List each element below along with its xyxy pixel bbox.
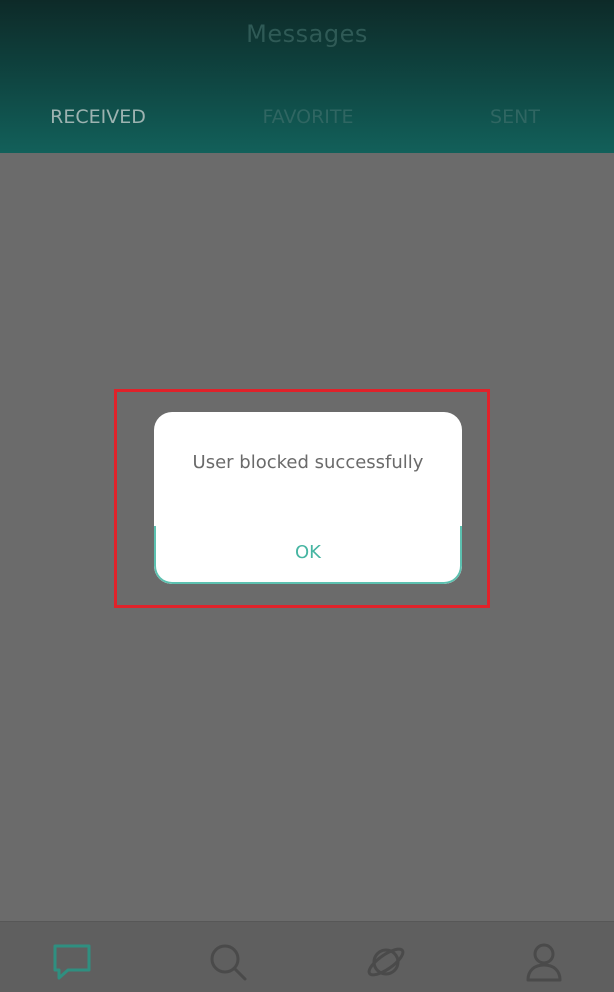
tab-favorite[interactable]: FAVORITE: [250, 100, 366, 134]
page-title: Messages: [246, 20, 368, 48]
dialog-message: User blocked successfully: [192, 452, 424, 473]
header: Messages RECEIVED FAVORITE SENT: [0, 0, 614, 153]
chat-bubble-icon: [53, 944, 91, 980]
alert-dialog: User blocked successfully OK: [154, 412, 462, 584]
tab-received[interactable]: RECEIVED: [40, 100, 156, 134]
tab-sent[interactable]: SENT: [470, 100, 560, 134]
tab-bar: RECEIVED FAVORITE SENT: [0, 100, 614, 136]
nav-messages[interactable]: [50, 940, 94, 984]
app-screen: Messages RECEIVED FAVORITE SENT User blo…: [0, 0, 614, 992]
ok-button[interactable]: OK: [154, 526, 462, 584]
planet-icon: [367, 947, 405, 977]
profile-icon: [526, 943, 562, 982]
bottom-nav: [0, 921, 614, 992]
nav-profile[interactable]: [522, 940, 566, 984]
nav-search[interactable]: [206, 940, 250, 984]
search-icon: [210, 944, 247, 981]
nav-discover[interactable]: [364, 940, 408, 984]
